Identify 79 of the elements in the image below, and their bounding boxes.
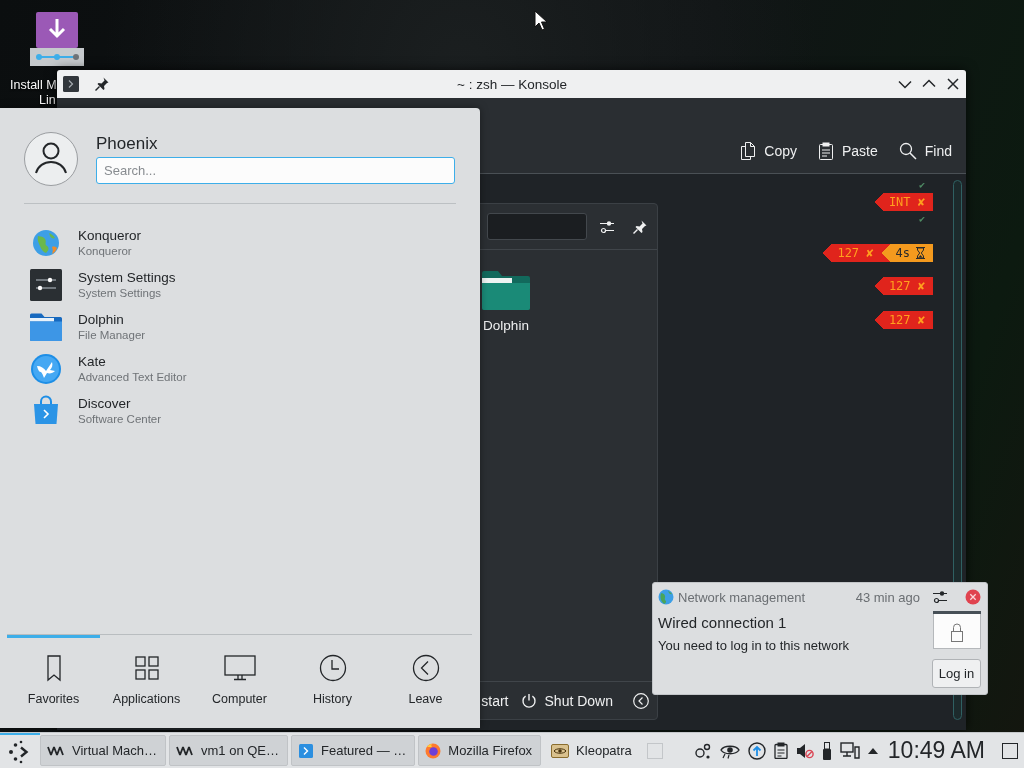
duration-text: 4s	[895, 245, 910, 260]
notification-app-name: Network management	[678, 589, 806, 605]
shutdown-button[interactable]: Shut Down	[520, 692, 613, 709]
grid-icon	[132, 654, 161, 682]
close-icon[interactable]	[965, 589, 981, 605]
notification-body: You need to log in to this network	[658, 638, 851, 654]
task-button[interactable]: Kleopatra	[544, 735, 641, 766]
favorite-item[interactable]: Konqueror Konqueror	[20, 222, 240, 264]
globe-icon	[30, 227, 62, 259]
computer-network-icon[interactable]	[839, 742, 860, 759]
close-icon	[945, 76, 961, 92]
desktop-icon-label: Install M	[10, 78, 57, 93]
notification-title: Wired connection 1	[658, 614, 788, 632]
search-field[interactable]	[487, 213, 587, 240]
usb-stick-icon[interactable]	[821, 741, 832, 760]
mouse-pointer-icon	[534, 10, 548, 31]
notification-time: 43 min ago	[855, 589, 920, 605]
bird-circle-icon	[30, 353, 62, 385]
exit-status: INT ✘	[874, 193, 933, 212]
exit-status: 127 ✘	[874, 310, 933, 329]
search-icon	[898, 142, 917, 160]
favorite-item[interactable]: Dolphin File Manager	[20, 306, 240, 348]
pin-icon[interactable]	[94, 76, 110, 92]
arrow-tile-icon	[298, 742, 315, 759]
session-button[interactable]: start	[481, 692, 509, 709]
back-circle-icon	[411, 654, 440, 682]
sliders-icon[interactable]	[599, 219, 615, 234]
task-button[interactable]: Featured — …	[291, 735, 416, 766]
back-circle-icon[interactable]	[633, 692, 649, 709]
window-title: ~ : zsh — Konsole	[457, 76, 567, 92]
exit-status: 127 ✘	[874, 277, 933, 296]
monitor-icon	[223, 654, 256, 682]
clipboard-icon	[817, 142, 834, 160]
globe-icon	[658, 589, 674, 605]
search-field[interactable]: Search...	[96, 157, 455, 184]
download-installer-icon[interactable]	[30, 12, 84, 66]
folder-icon	[30, 313, 62, 341]
launcher-tab[interactable]: Applications	[100, 635, 193, 728]
copy-button[interactable]: Copy	[740, 142, 797, 160]
settings-icon[interactable]	[932, 590, 948, 604]
pin-icon[interactable]	[632, 218, 648, 235]
login-button[interactable]: Log in	[932, 659, 981, 688]
nodes-icon[interactable]	[693, 741, 712, 760]
paste-button[interactable]: Paste	[817, 142, 878, 160]
desktop-icon-label: Lin	[39, 93, 56, 108]
sliders-tile-icon	[30, 269, 62, 301]
launcher-tab[interactable]: Favorites	[7, 635, 100, 728]
muted-speaker-icon[interactable]	[795, 742, 814, 759]
launcher-tab[interactable]: History	[286, 635, 379, 728]
upload-circle-icon[interactable]	[747, 741, 766, 760]
task-button[interactable]: Mozilla Firefox	[418, 735, 542, 766]
terminal-icon[interactable]	[63, 76, 79, 92]
app-label: Dolphin	[483, 318, 529, 333]
clock[interactable]: 10:49 AM	[887, 737, 985, 764]
eye-tile-icon	[551, 743, 570, 758]
hourglass-icon	[916, 246, 925, 259]
find-button[interactable]: Find	[898, 142, 952, 160]
clock-icon	[318, 654, 347, 682]
favorite-item[interactable]: Discover Software Center	[20, 390, 240, 432]
favorite-item[interactable]: Kate Advanced Text Editor	[20, 348, 240, 390]
user-avatar-icon	[24, 132, 78, 186]
task-button[interactable]: Virtual Mach…	[40, 735, 166, 766]
favorite-item[interactable]: System Settings System Settings	[20, 264, 240, 306]
user-name: Phoenix	[96, 133, 159, 155]
power-icon	[520, 692, 537, 709]
copy-icon	[740, 142, 757, 160]
launcher-tab[interactable]: Leave	[379, 635, 472, 728]
flame-globe-icon	[425, 742, 442, 759]
caret-up-icon[interactable]	[867, 747, 878, 754]
folder-icon[interactable]	[482, 270, 530, 310]
launcher-tab[interactable]: Computer	[193, 635, 286, 728]
exit-status: 127 ✘	[823, 243, 882, 262]
task-button[interactable]: vm1 on QE…	[169, 735, 289, 766]
square-outline-icon[interactable]	[1002, 742, 1018, 759]
lock-window-icon	[933, 611, 981, 649]
success-checkmark: ✔	[918, 179, 925, 192]
close-button[interactable]	[945, 76, 961, 92]
success-checkmark: ✔	[918, 213, 925, 225]
clipboard-icon[interactable]	[773, 742, 788, 759]
